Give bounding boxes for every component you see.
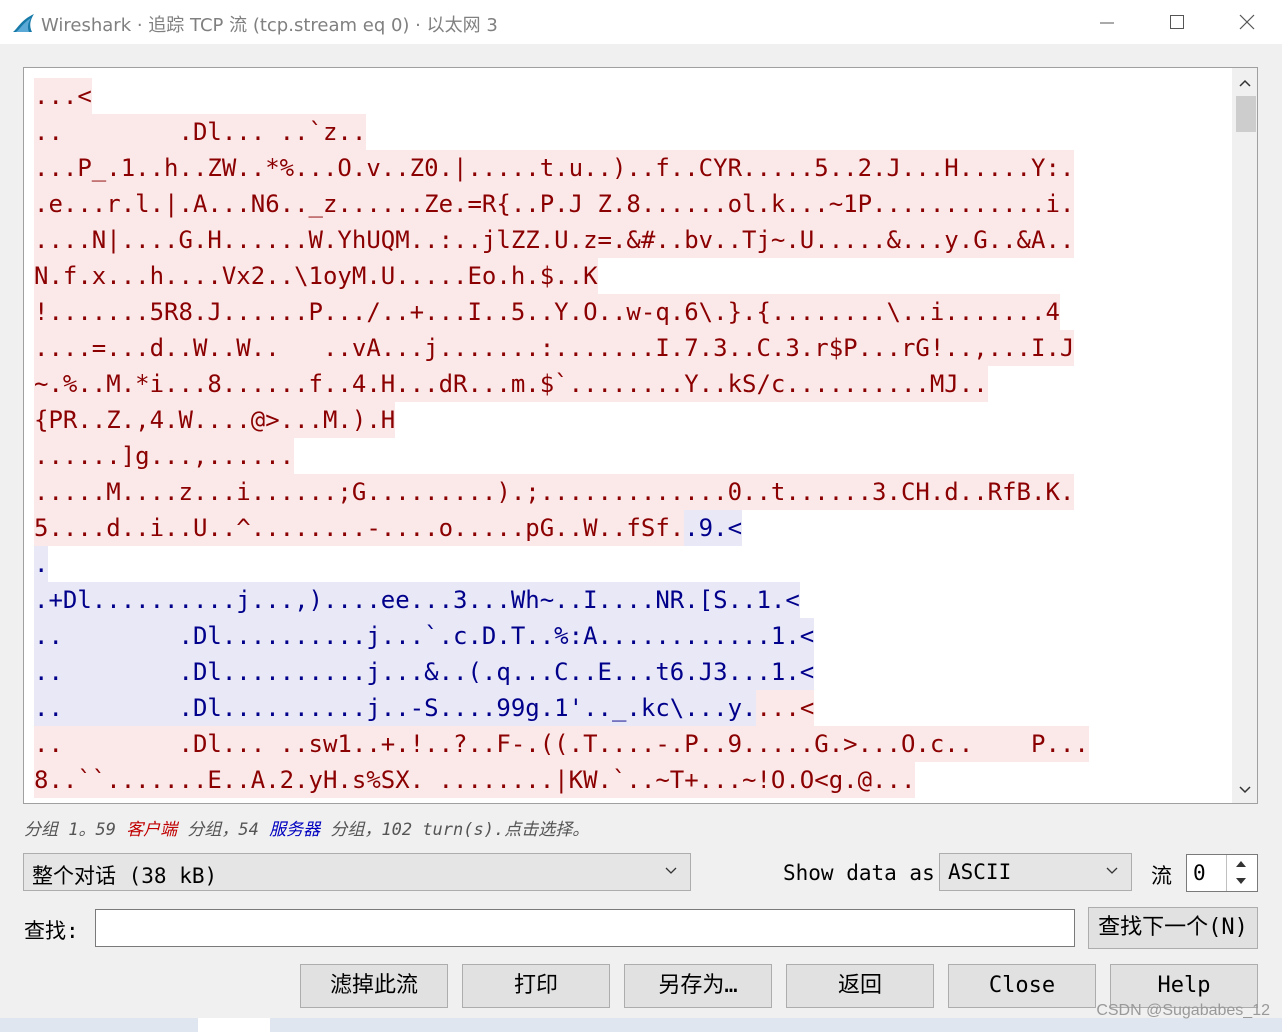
chevron-down-icon xyxy=(665,867,677,874)
find-label: 查找: xyxy=(24,919,79,943)
stream-status-text: 分组 1。59 客户端 分组，54 服务器 分组，102 turn(s).点击选… xyxy=(24,815,589,840)
client-data-segment[interactable]: .e...r.l.|.A...N6.._z......Ze.=R{..P.J Z… xyxy=(34,186,1075,222)
stream-line[interactable]: ...P_.1..h..ZW..*%...O.v..Z0.|.....t.u..… xyxy=(34,150,1230,186)
minimize-icon xyxy=(1100,22,1114,24)
spin-down-icon[interactable] xyxy=(1235,877,1247,885)
back-button[interactable]: 返回 xyxy=(786,964,934,1008)
stream-line[interactable]: ......]g...,...... xyxy=(34,438,1230,474)
find-next-button[interactable]: 查找下一个(N) xyxy=(1088,907,1258,949)
server-data-segment[interactable]: .. .Dl..........j...`.c.D.T..%:A........… xyxy=(34,618,815,654)
client-data-segment[interactable]: {PR..Z.,4.W....@>...M.).H xyxy=(34,402,396,438)
status-text: 分组 1。59 xyxy=(24,820,127,840)
client-data-segment[interactable]: ...< xyxy=(34,78,92,114)
title-bar: Wireshark · 追踪 TCP 流 (tcp.stream eq 0) ·… xyxy=(0,0,1282,44)
close-window-button[interactable] xyxy=(1212,0,1282,44)
client-data-segment[interactable]: 8..``.......E..A.2.yH.s%SX. ........|KW.… xyxy=(34,762,916,798)
close-button[interactable]: Close xyxy=(948,964,1096,1008)
server-data-segment[interactable]: .9.< xyxy=(684,510,743,546)
server-label: 服务器 xyxy=(269,820,321,840)
status-text: 分组，54 xyxy=(177,820,270,840)
window-title: Wireshark · 追踪 TCP 流 (tcp.stream eq 0) ·… xyxy=(41,15,498,36)
stream-line[interactable]: . xyxy=(34,546,1230,582)
stream-line[interactable]: N.f.x...h....Vx2..\1oyM.U.....Eo.h.$..K xyxy=(34,258,1230,294)
scroll-up-icon[interactable] xyxy=(1238,78,1252,88)
save-as-button[interactable]: 另存为… xyxy=(624,964,772,1008)
client-data-segment[interactable]: ...P_.1..h..ZW..*%...O.v..Z0.|.....t.u..… xyxy=(34,150,1075,186)
client-data-segment[interactable]: ....=...d..W..W.. ..vA...j.......:......… xyxy=(34,330,1075,366)
status-text: 分组，102 turn(s).点击选择。 xyxy=(320,820,590,840)
stream-index-value: 0 xyxy=(1193,861,1206,885)
stream-line[interactable]: 5....d..i..U..^........-....o.....pG..W.… xyxy=(34,510,1230,546)
stream-line[interactable]: ~.%..M.*i...8......f..4.H...dR...m.$`...… xyxy=(34,366,1230,402)
show-data-as-label: Show data as xyxy=(783,861,935,885)
stream-line[interactable]: .. .Dl..........j..-S....99g.1'.._.kc\..… xyxy=(34,690,1230,726)
stream-line[interactable] xyxy=(34,798,1230,803)
spin-up-icon[interactable] xyxy=(1235,860,1247,868)
show-data-as-value: ASCII xyxy=(948,860,1012,884)
wireshark-fin-icon xyxy=(13,14,34,32)
taskbar-item xyxy=(198,1018,270,1032)
stream-index-spinbox[interactable]: 0 xyxy=(1186,854,1258,892)
close-icon xyxy=(1239,14,1255,30)
server-data-segment[interactable]: .. .Dl..........j..-S....99g.1'.._.kc\..… xyxy=(34,690,757,726)
stream-text[interactable]: ...<.. .Dl... ..`z.. ...P_.1..h..ZW..*%..… xyxy=(34,78,1230,803)
stream-line[interactable]: .e...r.l.|.A...N6.._z......Ze.=R{..P.J Z… xyxy=(34,186,1230,222)
maximize-button[interactable] xyxy=(1142,0,1212,44)
spinbox-buttons xyxy=(1226,855,1257,891)
stream-line[interactable]: .+Dl..........j...,)....ee...3...Wh~..I.… xyxy=(34,582,1230,618)
minimize-button[interactable] xyxy=(1072,0,1142,44)
scrollbar-thumb[interactable] xyxy=(1236,96,1256,132)
stream-line[interactable]: .. .Dl..........j...&..(.q...C..E...t6.J… xyxy=(34,654,1230,690)
maximize-icon xyxy=(1170,15,1184,29)
client-data-segment[interactable]: .. .Dl... ..`z.. xyxy=(34,114,367,150)
show-data-as-select[interactable]: ASCII xyxy=(939,853,1132,891)
stream-line[interactable]: ....=...d..W..W.. ..vA...j.......:......… xyxy=(34,330,1230,366)
stream-index-label: 流 xyxy=(1151,864,1172,888)
print-button[interactable]: 打印 xyxy=(462,964,610,1008)
stream-line[interactable]: .....M....z...i......;G.........).;.....… xyxy=(34,474,1230,510)
conversation-select-value: 整个对话 (38 kB) xyxy=(32,864,218,888)
stream-line[interactable]: .. .Dl..........j...`.c.D.T..%:A........… xyxy=(34,618,1230,654)
client-data-segment[interactable]: ...< xyxy=(756,690,815,726)
filter-out-stream-button[interactable]: 滤掉此流 xyxy=(300,964,448,1008)
stream-line[interactable]: {PR..Z.,4.W....@>...M.).H xyxy=(34,402,1230,438)
client-data-segment[interactable]: ~.%..M.*i...8......f..4.H...dR...m.$`...… xyxy=(34,366,988,402)
watermark: CSDN @Sugababes_12 xyxy=(1096,1002,1270,1019)
stream-content-panel[interactable]: ...<.. .Dl... ..`z.. ...P_.1..h..ZW..*%..… xyxy=(23,67,1258,804)
taskbar-strip xyxy=(0,1018,1282,1032)
server-data-segment[interactable]: . xyxy=(34,546,49,582)
find-input[interactable] xyxy=(95,909,1075,947)
stream-line[interactable]: .. .Dl... ..`z.. xyxy=(34,114,1230,150)
client-data-segment[interactable]: !.......5R8.J......P.../..+...I..5..Y.O.… xyxy=(34,294,1060,330)
stream-line[interactable]: ....N|....G.H......W.YhUQM..:..jlZZ.U.z=… xyxy=(34,222,1230,258)
scroll-down-icon[interactable] xyxy=(1238,785,1252,795)
client-data-segment[interactable]: ......]g...,...... xyxy=(34,438,295,474)
client-data-segment[interactable]: .....M....z...i......;G.........).;.....… xyxy=(34,474,1075,510)
vertical-scrollbar[interactable] xyxy=(1232,68,1257,803)
stream-line[interactable]: !.......5R8.J......P.../..+...I..5..Y.O.… xyxy=(34,294,1230,330)
client-data-segment[interactable]: ....N|....G.H......W.YhUQM..:..jlZZ.U.z=… xyxy=(34,222,1075,258)
stream-line[interactable]: 8..``.......E..A.2.yH.s%SX. ........|KW.… xyxy=(34,762,1230,798)
stream-line[interactable]: .. .Dl... ..sw1..+.!..?..F-.((.T....-.P.… xyxy=(34,726,1230,762)
client-data-segment[interactable]: .. .Dl... ..sw1..+.!..?..F-.((.T....-.P.… xyxy=(34,726,1089,762)
stream-line[interactable]: ...< xyxy=(34,78,1230,114)
client-label: 客户端 xyxy=(126,820,178,840)
server-data-segment[interactable]: .+Dl..........j...,)....ee...3...Wh~..I.… xyxy=(34,582,800,618)
conversation-select[interactable]: 整个对话 (38 kB) xyxy=(23,853,691,891)
server-data-segment[interactable]: .. .Dl..........j...&..(.q...C..E...t6.J… xyxy=(34,654,815,690)
chevron-down-icon xyxy=(1106,867,1118,874)
client-data-segment[interactable]: N.f.x...h....Vx2..\1oyM.U.....Eo.h.$..K xyxy=(34,258,598,294)
client-data-segment[interactable]: 5....d..i..U..^........-....o.....pG..W.… xyxy=(34,510,685,546)
